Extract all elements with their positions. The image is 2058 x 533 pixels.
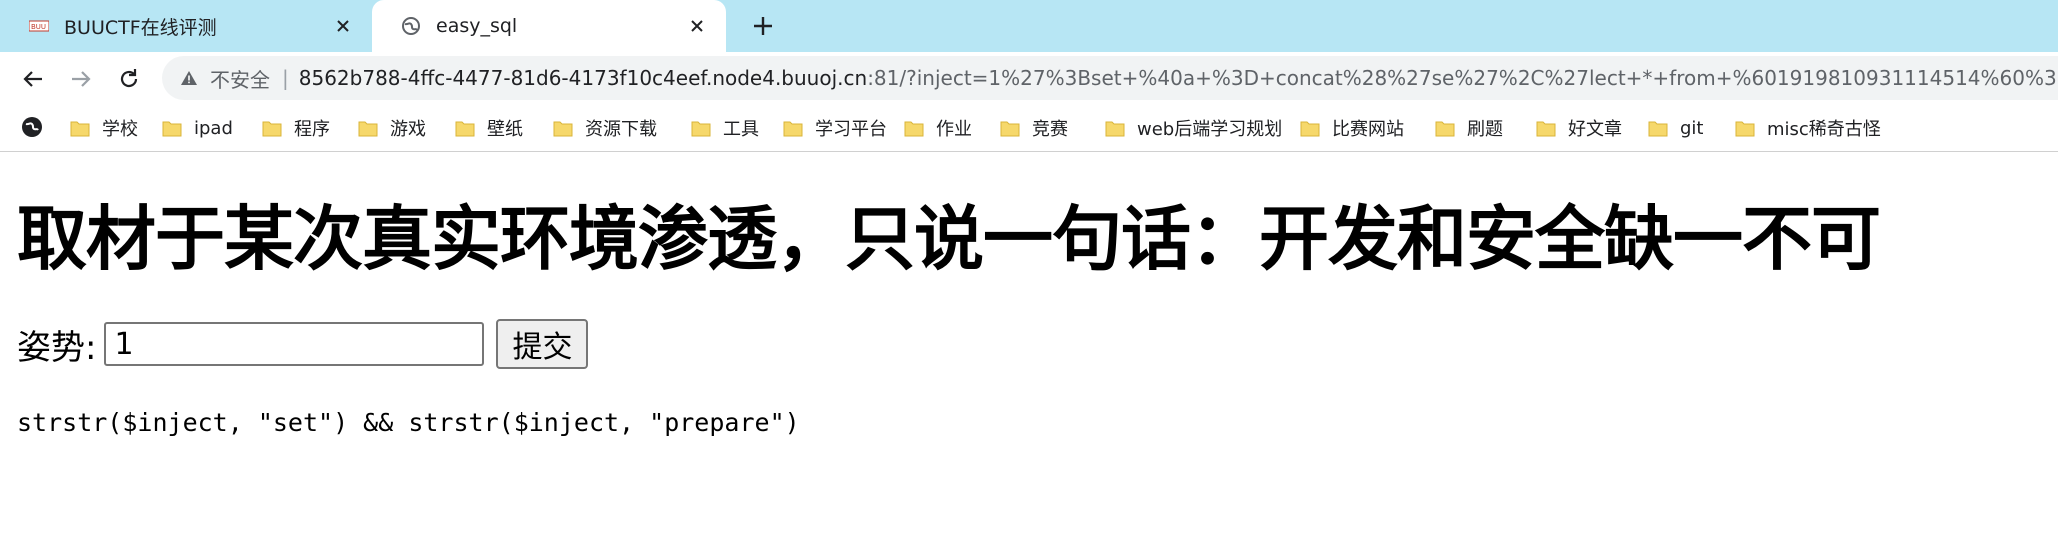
folder-icon [1300, 119, 1320, 137]
url-host: 8562b788-4ffc-4477-81d6-4173f10c4eef.nod… [298, 66, 868, 90]
bookmark-item[interactable]: 工具 [691, 114, 759, 142]
tab-strip: BUU BUUCTF在线评测 easy_sql [0, 0, 2058, 52]
svg-text:BUU: BUU [31, 23, 46, 31]
folder-icon [1000, 119, 1020, 137]
address-separator: | [282, 66, 289, 90]
bookmark-label: git [1680, 117, 1704, 139]
globe-icon[interactable] [20, 115, 44, 139]
bookmark-label: 程序 [294, 119, 330, 140]
bookmark-item[interactable]: 程序 [262, 114, 330, 142]
buuctf-favicon-icon: BUU [28, 15, 50, 37]
bookmark-label: misc稀奇古怪 [1767, 119, 1881, 140]
globe-icon [400, 15, 422, 37]
folder-icon [1648, 119, 1668, 137]
bookmark-label: 学习平台 [815, 119, 887, 140]
folder-icon [358, 119, 378, 137]
browser-toolbar: 不安全 | 8562b788-4ffc-4477-81d6-4173f10c4e… [0, 52, 2058, 104]
folder-icon [904, 119, 924, 137]
tab-buuctf[interactable]: BUU BUUCTF在线评测 [0, 0, 372, 52]
bookmark-label: 刷题 [1467, 119, 1503, 140]
bookmarks-bar: 学校 ipad 程序 游戏 壁纸 资源下载 工具 学习平台 作业 竞赛 web后端学习规划 比赛网站 刷… [0, 104, 2058, 152]
address-bar[interactable]: 不安全 | 8562b788-4ffc-4477-81d6-4173f10c4e… [162, 56, 2058, 100]
inject-form: 姿势: 提交 [17, 319, 589, 369]
bookmark-item[interactable]: 学校 [70, 114, 138, 142]
bookmark-label: 比赛网站 [1332, 119, 1404, 140]
bookmark-label: ipad [194, 117, 233, 139]
forward-arrow-icon[interactable] [66, 64, 96, 94]
bookmark-item[interactable]: 学习平台 [783, 114, 887, 142]
bookmark-item[interactable]: misc稀奇古怪 [1735, 114, 1881, 142]
back-arrow-icon[interactable] [18, 64, 48, 94]
folder-icon [455, 119, 475, 137]
bookmark-label: 壁纸 [487, 119, 523, 140]
new-tab-plus-icon[interactable] [748, 11, 778, 41]
bookmark-label: 作业 [936, 119, 972, 140]
folder-icon [1735, 119, 1755, 137]
submit-button[interactable]: 提交 [496, 319, 589, 369]
close-tab-icon[interactable] [332, 15, 354, 37]
tab-title: BUUCTF在线评测 [64, 16, 217, 39]
folder-icon [1435, 119, 1455, 137]
bookmark-label: web后端学习规划 [1137, 119, 1283, 140]
bookmark-item[interactable]: ipad [162, 114, 233, 142]
bookmark-item[interactable]: 比赛网站 [1300, 114, 1404, 142]
bookmark-label: 竞赛 [1032, 119, 1068, 140]
tab-easy-sql[interactable]: easy_sql [372, 0, 726, 52]
page-content: 取材于某次真实环境渗透，只说一句话：开发和安全缺一不可 姿势: 提交 strst… [0, 153, 2058, 533]
bookmark-label: 资源下载 [585, 119, 657, 140]
folder-icon [1536, 119, 1556, 137]
security-label[interactable]: 不安全 [210, 64, 270, 93]
inject-input[interactable] [104, 322, 485, 366]
bookmark-label: 好文章 [1568, 119, 1622, 140]
folder-icon [553, 119, 573, 137]
warning-triangle-icon[interactable] [180, 67, 198, 89]
bookmark-item[interactable]: 作业 [904, 114, 972, 142]
close-tab-icon[interactable] [686, 15, 708, 37]
bookmark-label: 工具 [723, 119, 759, 140]
bookmark-item[interactable]: web后端学习规划 [1105, 114, 1282, 142]
folder-icon [1105, 119, 1125, 137]
bookmark-item[interactable]: 刷题 [1435, 114, 1503, 142]
bookmark-label: 游戏 [390, 119, 426, 140]
reload-icon[interactable] [114, 64, 144, 94]
bookmark-item[interactable]: 好文章 [1536, 114, 1622, 142]
bookmark-item[interactable]: git [1648, 114, 1703, 142]
page-heading: 取材于某次真实环境渗透，只说一句话：开发和安全缺一不可 [17, 198, 1881, 280]
bookmark-item[interactable]: 壁纸 [455, 114, 523, 142]
folder-icon [70, 119, 90, 137]
bookmark-item[interactable]: 竞赛 [1000, 114, 1068, 142]
bookmark-item[interactable]: 资源下载 [553, 114, 657, 142]
url-path: :81/?inject=1%27%3Bset+%40a+%3D+concat%2… [867, 66, 2058, 90]
filter-code-line: strstr($inject, "set") && strstr($inject… [17, 408, 800, 437]
bookmark-item[interactable]: 游戏 [358, 114, 426, 142]
folder-icon [691, 119, 711, 137]
folder-icon [162, 119, 182, 137]
bookmark-label: 学校 [102, 119, 138, 140]
tab-title: easy_sql [436, 15, 518, 37]
folder-icon [262, 119, 282, 137]
folder-icon [783, 119, 803, 137]
inject-label: 姿势: [17, 327, 97, 368]
